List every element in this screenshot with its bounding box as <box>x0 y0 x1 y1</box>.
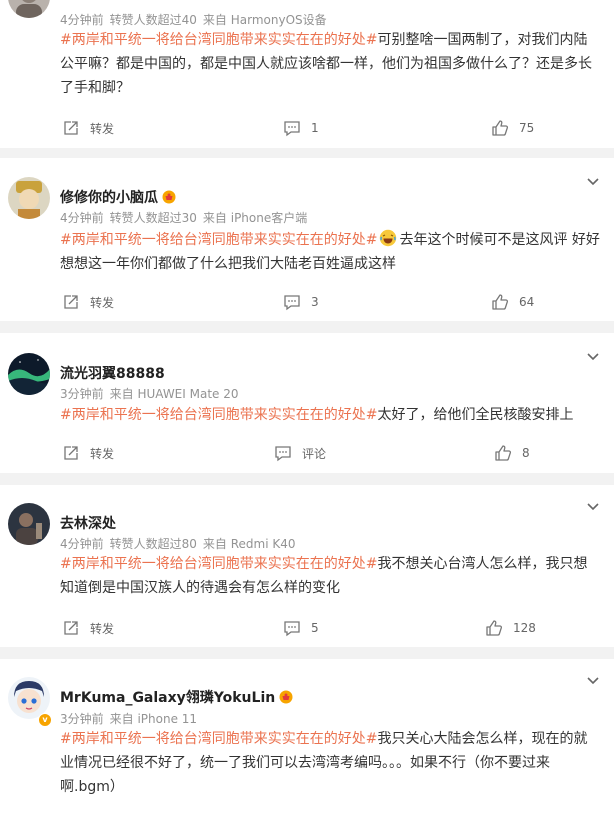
repost-label: 转发 <box>90 121 115 136</box>
repost-button[interactable]: 转发 <box>62 118 114 138</box>
comment-source: 来自 iPhone 11 <box>109 712 198 726</box>
comment-body: #两岸和平统一将给台湾同胞带来实实在在的好处#我不想关心台湾人怎么样，我只想知道… <box>60 552 600 600</box>
verified-badge-icon: v <box>38 713 52 727</box>
like-button[interactable]: 128 <box>485 618 536 638</box>
comment-button[interactable]: 评论 <box>274 443 326 463</box>
likes-note: 转赞人数超过30 <box>109 211 197 225</box>
action-bar: 转发 1 75 <box>0 118 614 138</box>
avatar[interactable] <box>8 353 50 395</box>
like-count: 64 <box>519 295 535 309</box>
topic-link[interactable]: #两岸和平统一将给台湾同胞带来实实在在的好处# <box>60 407 377 423</box>
like-count: 8 <box>522 446 530 460</box>
laughing-emoji-icon <box>380 229 397 247</box>
topic-link[interactable]: #两岸和平统一将给台湾同胞带来实实在在的好处# <box>60 32 377 48</box>
likes-note: 转赞人数超过80 <box>109 537 197 551</box>
comment-time: 3分钟前 <box>60 387 104 401</box>
username[interactable]: 修修你的小脑瓜 <box>60 187 176 207</box>
action-bar: 转发 评论 8 <box>0 443 614 463</box>
comment-card: v MrKuma_Galaxy翎璘YokuLin 3分钟前 来自 iPhone 1… <box>0 659 614 817</box>
comment-body: #两岸和平统一将给台湾同胞带来实实在在的好处#我只关心大陆会怎么样，现在的就业情… <box>60 727 600 799</box>
username-text[interactable]: MrKuma_Galaxy翎璘YokuLin <box>60 690 275 706</box>
comment-button[interactable]: 1 <box>283 118 319 138</box>
comment-icon <box>275 446 291 462</box>
comment-card: 4分钟前 转赞人数超过40 来自 HarmonyOS设备 #两岸和平统一将给台湾同胞… <box>0 0 614 148</box>
comment-card: 修修你的小脑瓜 4分钟前 转赞人数超过30 来自 iPhone客户端 #两岸和平统一… <box>0 158 614 321</box>
thumbs-up-icon <box>492 120 509 136</box>
topic-link[interactable]: #两岸和平统一将给台湾同胞带来实实在在的好处# <box>60 731 377 747</box>
action-bar: 转发 5 128 <box>0 618 614 638</box>
username[interactable]: MrKuma_Galaxy翎璘YokuLin <box>60 687 293 707</box>
comment-icon <box>284 121 300 137</box>
comment-time: 3分钟前 <box>60 712 104 726</box>
repost-icon <box>64 121 78 135</box>
repost-icon <box>64 446 78 460</box>
action-bar: 转发 3 64 <box>0 292 614 312</box>
comment-source: 来自 HUAWEI Mate 20 <box>109 387 239 401</box>
avatar[interactable] <box>8 177 50 219</box>
repost-button[interactable]: 转发 <box>62 618 114 638</box>
repost-icon <box>64 295 78 309</box>
username[interactable]: 流光羽翼88888 <box>60 363 165 383</box>
comment-icon <box>284 295 300 311</box>
like-count: 128 <box>513 621 536 635</box>
thumbs-up-icon <box>495 445 512 461</box>
comment-button[interactable]: 3 <box>283 292 319 312</box>
repost-label: 转发 <box>90 295 115 310</box>
comment-card: 流光羽翼88888 3分钟前 来自 HUAWEI Mate 20 #两岸和平统一将… <box>0 333 614 473</box>
comment-text: 太好了，给他们全民核酸安排上 <box>377 407 574 423</box>
comment-body: #两岸和平统一将给台湾同胞带来实实在在的好处#可别整啥一国两制了，对我们内陆公平… <box>60 28 600 100</box>
chevron-down-icon[interactable] <box>586 352 600 362</box>
comment-meta: 4分钟前 转赞人数超过40 来自 HarmonyOS设备 <box>60 11 333 28</box>
comment-count: 3 <box>311 295 319 309</box>
like-button[interactable]: 64 <box>491 292 534 312</box>
like-button[interactable]: 75 <box>491 118 534 138</box>
comment-meta: 4分钟前 转赞人数超过30 来自 iPhone客户端 <box>60 209 313 226</box>
comment-time: 4分钟前 <box>60 537 104 551</box>
repost-button[interactable]: 转发 <box>62 292 114 312</box>
like-count: 75 <box>519 121 535 135</box>
chevron-down-icon[interactable] <box>586 177 600 187</box>
username-text[interactable]: 修修你的小脑瓜 <box>60 190 158 206</box>
avatar[interactable] <box>8 503 50 545</box>
thumbs-up-icon <box>492 294 509 310</box>
comment-count: 1 <box>311 121 319 135</box>
comment-body: #两岸和平统一将给台湾同胞带来实实在在的好处#太好了，给他们全民核酸安排上 <box>60 403 600 427</box>
comment-button[interactable]: 5 <box>283 618 319 638</box>
repost-icon <box>64 621 78 635</box>
topic-link[interactable]: #两岸和平统一将给台湾同胞带来实实在在的好处# <box>60 556 377 572</box>
thumbs-up-icon <box>486 620 503 636</box>
likes-note: 转赞人数超过40 <box>109 13 197 27</box>
avatar[interactable] <box>8 0 50 18</box>
comment-meta: 3分钟前 来自 iPhone 11 <box>60 710 203 727</box>
chevron-down-icon[interactable] <box>586 676 600 686</box>
comment-icon <box>284 621 300 637</box>
comment-count: 5 <box>311 621 319 635</box>
comment-time: 4分钟前 <box>60 211 104 225</box>
comment-source: 来自 HarmonyOS设备 <box>202 13 327 27</box>
repost-button[interactable]: 转发 <box>62 443 114 463</box>
comment-feed: 4分钟前 转赞人数超过40 来自 HarmonyOS设备 #两岸和平统一将给台湾同胞… <box>0 0 614 817</box>
repost-label: 转发 <box>90 446 115 461</box>
comment-label: 评论 <box>302 446 327 461</box>
comment-time: 4分钟前 <box>60 13 104 27</box>
like-button[interactable]: 8 <box>494 443 530 463</box>
comment-body: #两岸和平统一将给台湾同胞带来实实在在的好处# 去年这个时候可不是这风评 好好想想… <box>60 228 600 276</box>
comment-source: 来自 iPhone客户端 <box>202 211 308 225</box>
username[interactable]: 去林深处 <box>60 513 116 533</box>
chevron-down-icon[interactable] <box>586 502 600 512</box>
vip-badge-icon <box>279 690 293 704</box>
topic-link[interactable]: #两岸和平统一将给台湾同胞带来实实在在的好处# <box>60 232 377 248</box>
comment-meta: 3分钟前 来自 HUAWEI Mate 20 <box>60 385 245 402</box>
repost-label: 转发 <box>90 621 115 636</box>
comment-meta: 4分钟前 转赞人数超过80 来自 Redmi K40 <box>60 535 302 552</box>
comment-card: 去林深处 4分钟前 转赞人数超过80 来自 Redmi K40 #两岸和平统一将给台… <box>0 485 614 647</box>
vip-badge-icon <box>162 190 176 204</box>
comment-source: 来自 Redmi K40 <box>202 537 296 551</box>
